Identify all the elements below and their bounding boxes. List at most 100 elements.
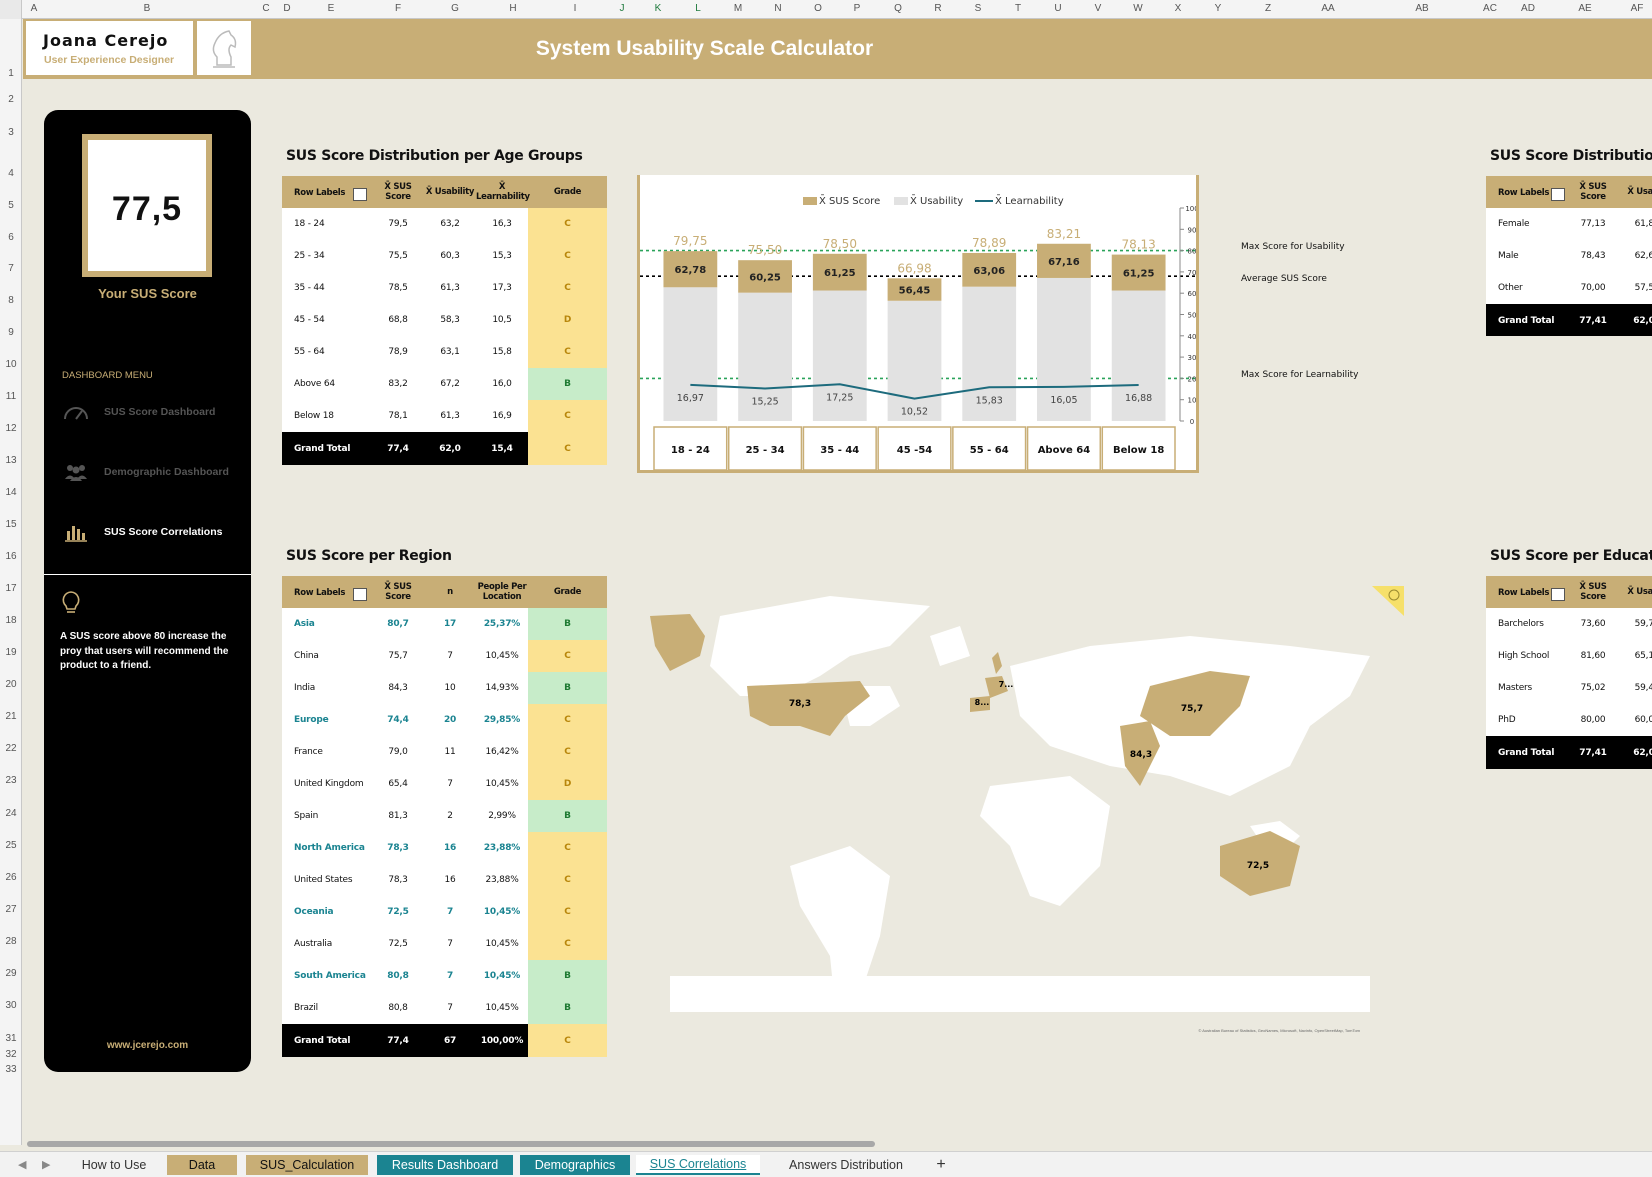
table-row[interactable]: PhD80,0060,00 — [1486, 704, 1652, 736]
prev-sheet-icon[interactable]: ◀ — [18, 1158, 26, 1171]
row-number[interactable]: 31 — [0, 1033, 22, 1044]
filter-icon[interactable] — [353, 587, 368, 601]
table-row[interactable]: Barchelors73,6059,70 — [1486, 608, 1652, 640]
region-row[interactable]: North America 78,3 16 23,88% C — [282, 832, 607, 864]
horizontal-scrollbar[interactable] — [27, 1141, 875, 1147]
column-letter[interactable]: B — [144, 3, 151, 14]
row-number[interactable]: 12 — [0, 423, 22, 434]
menu-item-sus-correlations[interactable]: SUS Score Correlations — [62, 518, 247, 546]
country-row[interactable]: Brazil 80,8 7 10,45% B — [282, 992, 607, 1024]
row-number[interactable]: 20 — [0, 679, 22, 690]
column-letter[interactable]: C — [262, 3, 269, 14]
column-letter[interactable]: Z — [1265, 3, 1271, 14]
region-row[interactable]: Asia 80,7 17 25,37% B — [282, 608, 607, 640]
website-link[interactable]: www.jcerejo.com — [44, 1040, 251, 1051]
table-row[interactable]: 18 - 24 79,5 63,2 16,3 C — [282, 208, 607, 240]
table-row[interactable]: Above 64 83,2 67,2 16,0 B — [282, 368, 607, 400]
row-number[interactable]: 22 — [0, 743, 22, 754]
column-letter[interactable]: X — [1175, 3, 1182, 14]
table-row[interactable]: 25 - 34 75,5 60,3 15,3 C — [282, 240, 607, 272]
column-letter[interactable]: I — [574, 3, 577, 14]
grand-total-row[interactable]: Grand Total 77,4 67 100,00% C — [282, 1024, 607, 1057]
filter-icon[interactable] — [1551, 587, 1566, 601]
row-number[interactable]: 26 — [0, 872, 22, 883]
column-letter[interactable]: L — [695, 3, 701, 14]
country-row[interactable]: France 79,0 11 16,42% C — [282, 736, 607, 768]
next-sheet-icon[interactable]: ▶ — [42, 1158, 50, 1171]
column-letter[interactable]: AD — [1521, 3, 1535, 14]
column-letter[interactable]: G — [451, 3, 459, 14]
grand-total-row[interactable]: Grand Total 77,4 62,0 15,4 C — [282, 432, 607, 465]
column-letter[interactable]: AE — [1578, 3, 1591, 14]
row-number[interactable]: 21 — [0, 711, 22, 722]
row-number[interactable]: 10 — [0, 359, 22, 370]
row-number[interactable]: 30 — [0, 1000, 22, 1011]
region-row[interactable]: Oceania 72,5 7 10,45% C — [282, 896, 607, 928]
column-letter[interactable]: A — [31, 3, 38, 14]
row-number[interactable]: 7 — [0, 263, 22, 274]
menu-item-sus-dashboard[interactable]: SUS Score Dashboard — [62, 398, 247, 426]
row-number[interactable]: 6 — [0, 232, 22, 243]
row-number[interactable]: 13 — [0, 455, 22, 466]
column-letter[interactable]: AF — [1631, 3, 1644, 14]
row-number[interactable]: 2 — [0, 94, 22, 105]
table-row[interactable]: 55 - 64 78,9 63,1 15,8 C — [282, 336, 607, 368]
column-letter[interactable]: K — [655, 3, 662, 14]
info-icon[interactable] — [1372, 586, 1404, 616]
column-letter[interactable]: F — [395, 3, 401, 14]
row-number[interactable]: 17 — [0, 583, 22, 594]
column-letter[interactable]: W — [1133, 3, 1142, 14]
menu-item-demographic-dashboard[interactable]: Demographic Dashboard — [62, 458, 247, 486]
row-number[interactable]: 24 — [0, 808, 22, 819]
row-number[interactable]: 11 — [0, 391, 22, 402]
row-number[interactable]: 8 — [0, 295, 22, 306]
row-number[interactable]: 19 — [0, 647, 22, 658]
column-letter[interactable]: Y — [1215, 3, 1222, 14]
column-letter[interactable]: AA — [1321, 3, 1334, 14]
column-letter[interactable]: J — [620, 3, 625, 14]
table-row[interactable]: High School81,6065,16 — [1486, 640, 1652, 672]
sheet-tab[interactable]: How to Use — [66, 1155, 162, 1175]
country-row[interactable]: Spain 81,3 2 2,99% B — [282, 800, 607, 832]
table-row[interactable]: Below 18 78,1 61,3 16,9 C — [282, 400, 607, 432]
column-letter[interactable]: P — [854, 3, 861, 14]
country-row[interactable]: China 75,7 7 10,45% C — [282, 640, 607, 672]
table-row[interactable]: Masters75,0259,42 — [1486, 672, 1652, 704]
table-row[interactable]: 45 - 54 68,8 58,3 10,5 D — [282, 304, 607, 336]
sheet-tab[interactable]: Results Dashboard — [377, 1155, 513, 1175]
sheet-tab[interactable]: Data — [167, 1155, 237, 1175]
country-row[interactable]: United States 78,3 16 23,88% C — [282, 864, 607, 896]
column-letter[interactable]: S — [975, 3, 982, 14]
row-number[interactable]: 5 — [0, 200, 22, 211]
column-letter[interactable]: E — [328, 3, 335, 14]
region-row[interactable]: Europe 74,4 20 29,85% C — [282, 704, 607, 736]
column-letter[interactable]: H — [509, 3, 516, 14]
filter-icon[interactable] — [1551, 187, 1566, 201]
region-row[interactable]: South America 80,8 7 10,45% B — [282, 960, 607, 992]
column-letter[interactable]: Q — [894, 3, 902, 14]
sheet-tab[interactable]: SUS Correlations — [636, 1155, 760, 1175]
row-number[interactable]: 32 — [0, 1049, 22, 1060]
row-number[interactable]: 1 — [0, 68, 22, 79]
row-number[interactable]: 33 — [0, 1064, 22, 1075]
grand-total-row[interactable]: Grand Total77,4162,02 — [1486, 304, 1652, 336]
row-number[interactable]: 18 — [0, 615, 22, 626]
row-number[interactable]: 23 — [0, 775, 22, 786]
column-letter[interactable]: AB — [1415, 3, 1428, 14]
filter-icon[interactable] — [353, 187, 368, 201]
row-number[interactable]: 4 — [0, 168, 22, 179]
row-number[interactable]: 14 — [0, 487, 22, 498]
column-letter[interactable]: O — [814, 3, 822, 14]
sheet-tab[interactable]: Answers Distribution — [768, 1155, 924, 1175]
row-number[interactable]: 15 — [0, 519, 22, 530]
column-letter[interactable]: D — [283, 3, 290, 14]
column-letter[interactable]: AC — [1483, 3, 1497, 14]
add-sheet-button[interactable]: + — [928, 1155, 954, 1175]
table-row[interactable]: Other70,0057,50 — [1486, 272, 1652, 304]
country-row[interactable]: Australia 72,5 7 10,45% C — [282, 928, 607, 960]
table-row[interactable]: Male78,4362,65 — [1486, 240, 1652, 272]
row-number[interactable]: 28 — [0, 936, 22, 947]
column-letter[interactable]: U — [1054, 3, 1061, 14]
sheet-tab[interactable]: Demographics — [520, 1155, 630, 1175]
column-letter[interactable]: M — [734, 3, 742, 14]
